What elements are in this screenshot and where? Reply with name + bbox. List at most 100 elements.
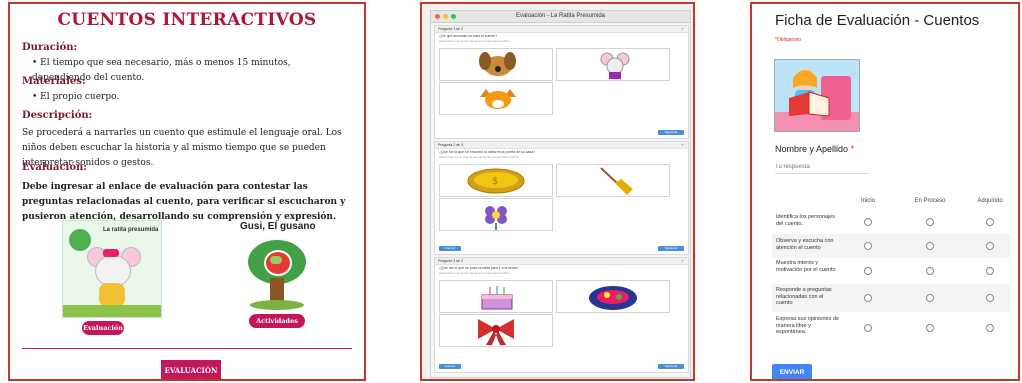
- maximize-dot-icon[interactable]: [451, 14, 456, 19]
- question-header: Pregunta 3 de 3 ★: [435, 258, 688, 265]
- radio-inicio[interactable]: [864, 242, 872, 250]
- answer-option-fox[interactable]: [439, 82, 553, 115]
- row-label: Observa y escucha con atención el cuento: [776, 238, 834, 251]
- name-label: Nombre y Apellido *: [775, 144, 854, 154]
- divider: [22, 348, 352, 349]
- materiales-heading: Materiales:: [22, 76, 86, 87]
- red-bow-icon: [478, 319, 514, 345]
- radio-adquirido[interactable]: [986, 324, 994, 332]
- grass-icon: [250, 300, 304, 310]
- answer-option-coin[interactable]: $: [439, 164, 553, 197]
- name-input[interactable]: [775, 161, 869, 174]
- answer-option-flower[interactable]: [439, 198, 553, 231]
- grid-row: Observa y escucha con atención el cuento: [772, 234, 1010, 258]
- required-asterisk: *: [850, 144, 855, 154]
- question-card-1: Pregunta 1 de 3 ★ ¿De qué animalito se tr…: [434, 25, 689, 139]
- radio-en-proceso[interactable]: [926, 267, 934, 275]
- name-label-text: Nombre y Apellido: [775, 144, 849, 154]
- question-header: Pregunta 2 de 3 ★: [435, 142, 688, 149]
- radio-adquirido[interactable]: [986, 242, 994, 250]
- form-title: Ficha de Evaluación - Cuentos: [775, 12, 980, 29]
- answer-option-broom[interactable]: [556, 164, 670, 197]
- question-card-2: Pregunta 2 de 3 ★ ¿Qué fue lo que se enco…: [434, 141, 689, 255]
- question-number: Pregunta 3 de 3: [438, 259, 463, 263]
- gusi-title: Gusi, El gusano: [240, 221, 316, 232]
- radio-inicio[interactable]: [864, 218, 872, 226]
- send-button[interactable]: ENVIAR: [772, 364, 812, 379]
- question-text: ¿De qué animalito se trata el cuento?: [439, 34, 498, 38]
- flower-icon: [485, 206, 507, 230]
- question-text: ¿Qué fue lo que se encontró la ratita en…: [439, 150, 536, 154]
- grid-row: Expresa sus opiniones de manera libre y …: [772, 312, 1010, 344]
- progress-star-icon: ★: [680, 27, 684, 31]
- window-titlebar: Evaluación - La Ratita Presumida: [431, 11, 690, 23]
- row-label: Expresa sus opiniones de manera libre y …: [776, 316, 839, 335]
- question-number: Pregunta 1 de 3: [438, 27, 463, 31]
- radio-inicio[interactable]: [864, 267, 872, 275]
- broom-icon: [600, 167, 633, 195]
- radio-en-proceso[interactable]: [926, 294, 934, 302]
- quiz-panel: Evaluación - La Ratita Presumida Pregunt…: [420, 2, 695, 381]
- ratita-book-cover: La ratita presumida: [62, 220, 162, 318]
- cake-icon: [481, 286, 513, 310]
- row-label: Responde a preguntas relacionadas con el…: [776, 287, 832, 306]
- evaluacion-heading: Evaluación:: [22, 162, 87, 173]
- duracion-heading: Duración:: [22, 42, 78, 53]
- apple-tree-illustration: [242, 240, 312, 312]
- progress-star-icon: ★: [680, 259, 684, 263]
- previous-button[interactable]: Anterior: [439, 364, 461, 369]
- column-adquirido: Adquirido: [977, 198, 1003, 204]
- mouse-dress-icon: [99, 283, 125, 307]
- row-label: Muestra interés y motivación por el cuen…: [776, 260, 836, 273]
- next-button[interactable]: Siguiente: [658, 364, 684, 369]
- svg-text:$: $: [492, 176, 498, 187]
- evaluacion-small-button[interactable]: Evaluación: [82, 321, 124, 335]
- answer-option-cake[interactable]: [439, 280, 553, 313]
- answer-option-gift[interactable]: [556, 280, 670, 313]
- gold-coin-icon: $: [467, 168, 525, 194]
- girl-reading-icon: [775, 69, 859, 131]
- radio-inicio[interactable]: [864, 294, 872, 302]
- answer-option-dog[interactable]: [439, 48, 553, 81]
- radio-en-proceso[interactable]: [926, 324, 934, 332]
- book-title: La ratita presumida: [103, 227, 159, 233]
- cuentos-card: CUENTOS INTERACTIVOS Duración: El tiempo…: [8, 2, 366, 381]
- card-title: CUENTOS INTERACTIVOS: [57, 10, 317, 30]
- answer-option-ribbon[interactable]: [439, 314, 553, 347]
- progress-star-icon: ★: [680, 143, 684, 147]
- question-card-3: Pregunta 3 de 3 ★ ¿Qué fue lo que se puso…: [434, 257, 689, 373]
- previous-button[interactable]: Anterior: [439, 246, 461, 251]
- grid-row: Responde a preguntas relacionadas con el…: [772, 284, 1010, 312]
- actividades-button[interactable]: Actividades: [249, 314, 305, 328]
- worm-icon: [270, 256, 282, 264]
- close-dot-icon[interactable]: [435, 14, 440, 19]
- reading-child-illustration: [774, 59, 860, 132]
- grid-row: Identifica los personajes del cuento.: [772, 210, 1010, 234]
- radio-adquirido[interactable]: [986, 218, 994, 226]
- dog-icon: [479, 52, 516, 76]
- radio-inicio[interactable]: [864, 324, 872, 332]
- next-button[interactable]: Siguiente: [658, 246, 684, 251]
- question-header: Pregunta 1 de 3 ★: [435, 26, 688, 33]
- descripcion-heading: Descripción:: [22, 110, 93, 121]
- column-inicio: Inicio: [860, 198, 875, 204]
- window-title: Evaluación - La Ratita Presumida: [515, 13, 606, 19]
- column-en-proceso: En Proceso: [914, 198, 946, 204]
- question-number: Pregunta 2 de 3: [438, 143, 463, 147]
- answer-option-mouse[interactable]: [556, 48, 670, 81]
- minimize-dot-icon[interactable]: [443, 14, 448, 19]
- radio-en-proceso[interactable]: [926, 218, 934, 226]
- radio-adquirido[interactable]: [986, 267, 994, 275]
- evaluacion-text: Debe ingresar al enlace de evaluación pa…: [22, 182, 346, 222]
- grid-row: Muestra interés y motivación por el cuen…: [772, 258, 1010, 284]
- question-hint: Seleccione una o más de las siguientes r…: [439, 155, 520, 159]
- evaluacion-main-button[interactable]: EVALUACIÓN: [161, 360, 221, 379]
- materiales-text: El propio cuerpo.: [32, 90, 352, 105]
- grass-icon: [63, 305, 161, 317]
- fox-icon: [480, 89, 516, 109]
- radio-en-proceso[interactable]: [926, 242, 934, 250]
- radio-adquirido[interactable]: [986, 294, 994, 302]
- next-button[interactable]: Siguiente: [658, 130, 684, 135]
- required-note: *Obligatorio: [775, 37, 802, 43]
- question-hint: Seleccione una de las siguientes respues…: [439, 39, 511, 43]
